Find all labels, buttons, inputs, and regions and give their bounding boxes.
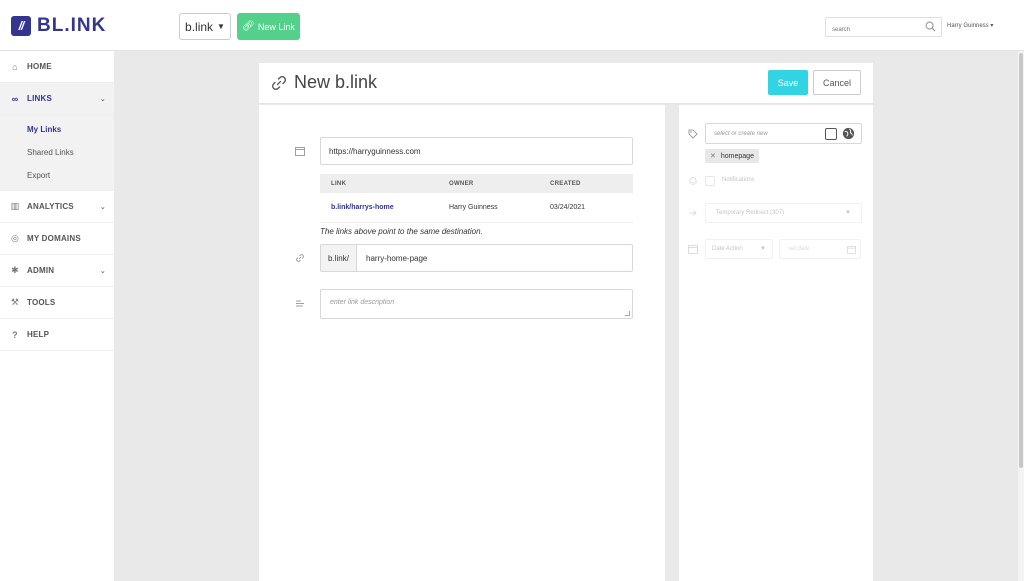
sidebar-subitem-export[interactable]: Export	[0, 164, 114, 187]
links-submenu: My Links Shared Links Export	[0, 115, 114, 191]
page-title-text: New b.link	[294, 72, 378, 92]
panel-header: New b.link Save Cancel	[259, 63, 873, 104]
globe-icon[interactable]	[842, 127, 855, 140]
column-header-link: LINK	[331, 180, 347, 187]
sidebar: ⌂ HOME ∞ LINKS ⌄ My Links Shared Links E…	[0, 51, 114, 581]
link-created-date: 03/24/2021	[550, 204, 586, 211]
chevron-down-icon: ⌄	[99, 95, 106, 103]
caret-down-icon: ▼	[217, 22, 225, 31]
chevron-down-icon: ⌄	[99, 203, 106, 211]
new-link-label: New Link	[257, 21, 295, 32]
sidebar-item-label: MY DOMAINS	[27, 234, 81, 243]
sidebar-item-my-domains[interactable]: ◎ MY DOMAINS	[0, 223, 114, 255]
save-button[interactable]: Save	[768, 70, 808, 95]
tag-label: homepage	[720, 152, 754, 160]
resize-handle-icon[interactable]	[625, 311, 630, 316]
gear-icon: ✱	[11, 265, 19, 275]
sidebar-item-label: LINKS	[27, 94, 52, 103]
table-header: LINK OWNER CREATED	[320, 174, 633, 193]
sidebar-item-label: HOME	[27, 62, 52, 71]
sidebar-item-links[interactable]: ∞ LINKS ⌄	[0, 83, 114, 115]
short-link-prefix: b.link/	[321, 245, 357, 271]
caret-down-icon: ▼	[760, 246, 766, 252]
sidebar-item-home[interactable]: ⌂ HOME	[0, 51, 114, 83]
link-icon	[272, 75, 286, 90]
calendar-icon	[295, 147, 305, 156]
destination-url-input[interactable]: https://harryguinness.com	[320, 137, 633, 165]
domain-select-value: b.link	[185, 19, 214, 34]
column-header-created: CREATED	[550, 180, 581, 187]
date-action-value: Date Action	[712, 246, 743, 252]
logo-text: BL.INK	[37, 15, 107, 36]
user-menu[interactable]: Harry Guinness ▾	[947, 22, 993, 29]
link-form: https://harryguinness.com LINK OWNER CRE…	[259, 105, 665, 581]
chart-icon: ▥	[10, 201, 20, 211]
sidebar-subitem-shared-links[interactable]: Shared Links	[0, 141, 114, 164]
search-input[interactable]	[826, 21, 921, 39]
sidebar-subitem-my-links[interactable]: My Links	[0, 118, 114, 141]
notifications-checkbox[interactable]	[705, 176, 715, 186]
cancel-button[interactable]: Cancel	[813, 70, 861, 95]
link-owner: Harry Guinness	[449, 204, 498, 211]
text-lines-icon	[296, 300, 304, 307]
tag-icon	[688, 129, 698, 139]
redirect-type-value: Temporary Redirect (307)	[716, 210, 785, 216]
pin-icon: ◎	[10, 233, 20, 243]
tag-placeholder: select or create new	[714, 130, 768, 137]
short-link-slug-input[interactable]: harry-home-page	[357, 245, 632, 271]
home-icon: ⌂	[12, 61, 18, 72]
sidebar-item-admin[interactable]: ✱ ADMIN ⌄	[0, 255, 114, 287]
chevron-down-icon: ⌄	[99, 267, 106, 275]
remove-tag-icon[interactable]: ✕	[710, 152, 716, 160]
tag-chip: ✕ homepage	[705, 149, 759, 163]
sidebar-item-tools[interactable]: ⚒ TOOLS	[0, 287, 114, 319]
search-icon[interactable]	[925, 21, 936, 32]
calendar-icon	[688, 245, 698, 254]
app-logo[interactable]: // BL.INK	[11, 15, 107, 36]
wrench-icon: ⚒	[10, 297, 20, 307]
date-placeholder: set date	[788, 246, 810, 252]
description-placeholder: enter link description	[330, 299, 395, 306]
link-icon	[296, 254, 304, 262]
top-bar: // BL.INK b.link ▼ 🔗︎ New Link Harry Gui…	[0, 0, 1024, 51]
duplicate-destination-note: The links above point to the same destin…	[320, 227, 483, 236]
sidebar-item-help[interactable]: ? HELP	[0, 319, 114, 351]
calendar-icon[interactable]	[847, 245, 856, 254]
link-options: select or create new ✕ homepage Notifica…	[679, 105, 873, 581]
page-scrollbar[interactable]	[1018, 51, 1024, 581]
redirect-type-select[interactable]: Temporary Redirect (307) ▼	[705, 203, 862, 223]
help-icon: ?	[12, 329, 18, 340]
arrow-right-icon	[689, 210, 697, 216]
link-icon: ∞	[11, 93, 19, 104]
tag-select-input[interactable]: select or create new	[705, 123, 862, 144]
sidebar-item-label: TOOLS	[27, 298, 56, 307]
caret-down-icon: ▾	[990, 23, 994, 29]
sidebar-item-label: HELP	[27, 330, 50, 339]
sidebar-item-label: ADMIN	[27, 266, 55, 275]
logo-mark: //	[11, 16, 31, 36]
sidebar-item-analytics[interactable]: ▥ ANALYTICS ⌄	[0, 191, 114, 223]
column-header-owner: OWNER	[449, 180, 474, 187]
date-action-select[interactable]: Date Action ▼	[705, 239, 773, 259]
link-icon: 🔗︎	[242, 21, 255, 32]
description-textarea[interactable]: enter link description	[320, 289, 633, 319]
tag-checkbox[interactable]	[825, 128, 837, 140]
short-link-field: b.link/ harry-home-page	[320, 244, 633, 272]
date-input[interactable]: set date	[779, 239, 861, 259]
notifications-label: Notifications	[722, 177, 755, 183]
search-box[interactable]	[825, 17, 942, 39]
scrollbar-thumb[interactable]	[1019, 53, 1023, 468]
sidebar-item-label: ANALYTICS	[27, 202, 74, 211]
caret-down-icon: ▼	[845, 210, 851, 216]
table-row: b.link/harrys-home Harry Guinness 03/24/…	[320, 193, 633, 223]
bell-icon	[689, 177, 697, 185]
matching-link[interactable]: b.link/harrys-home	[320, 204, 449, 211]
user-name: Harry Guinness	[947, 23, 989, 29]
page-title: New b.link	[270, 72, 377, 93]
matching-links-table: LINK OWNER CREATED b.link/harrys-home Ha…	[320, 174, 633, 223]
new-link-button[interactable]: 🔗︎ New Link	[237, 13, 300, 40]
domain-select[interactable]: b.link ▼	[179, 13, 231, 40]
